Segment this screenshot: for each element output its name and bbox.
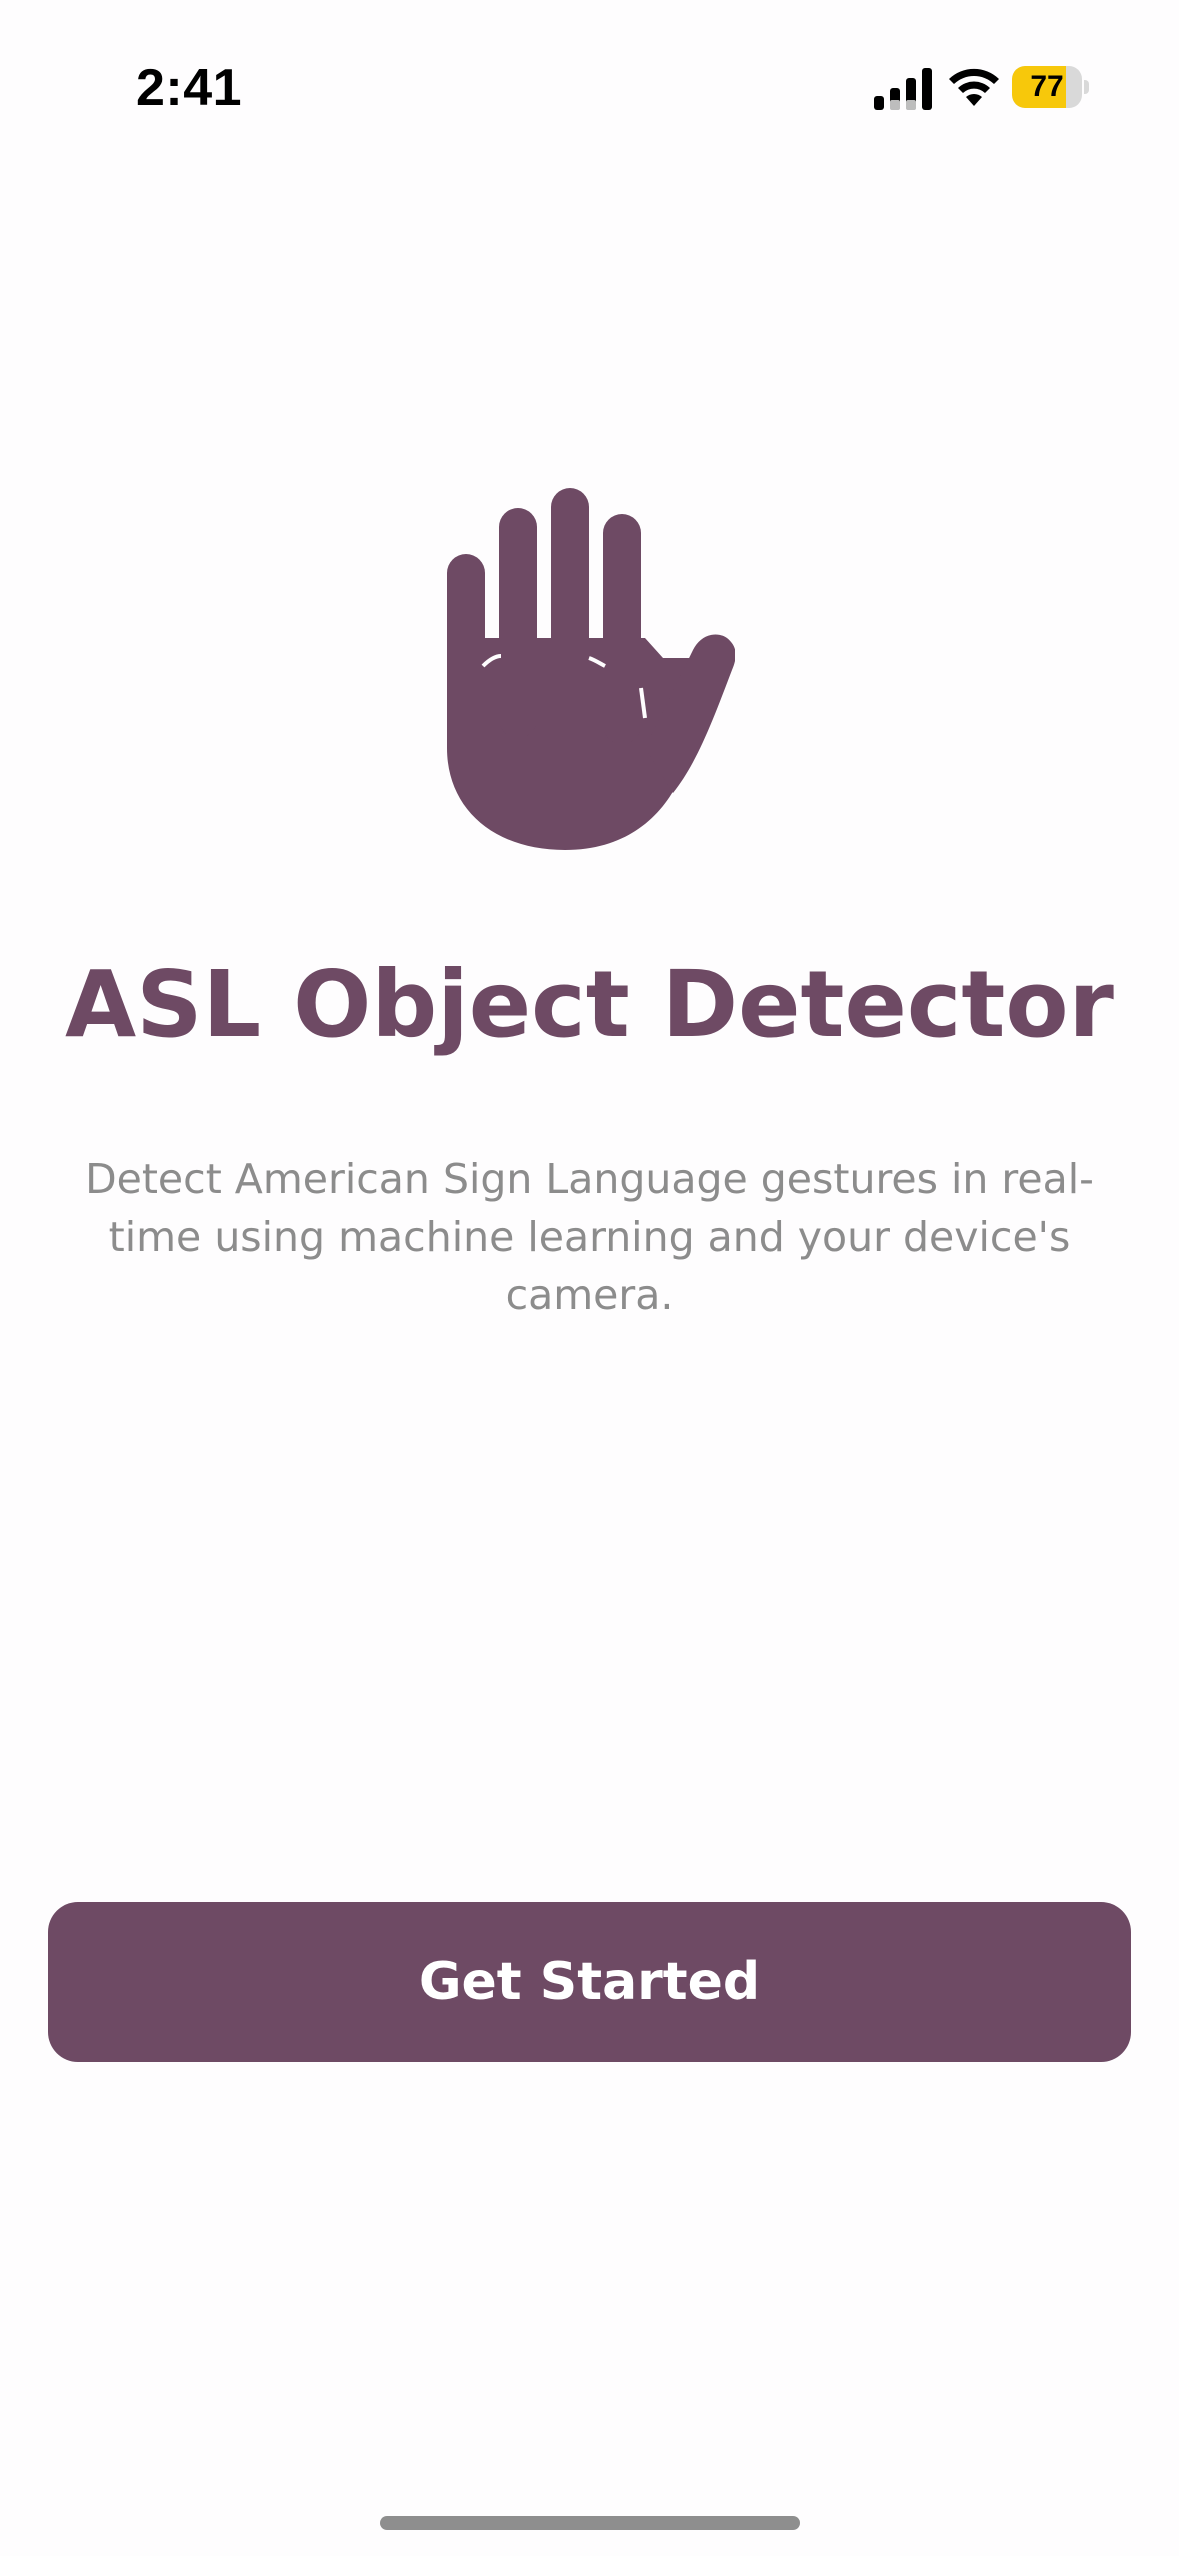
get-started-button[interactable]: Get Started: [48, 1902, 1131, 2062]
home-indicator[interactable]: [380, 2516, 800, 2530]
raised-hand-icon: [447, 488, 735, 850]
wifi-icon: [949, 68, 999, 106]
status-bar: 2:41 77: [0, 0, 1179, 170]
app-title: ASL Object Detector: [65, 951, 1114, 1058]
battery-indicator: 77: [1012, 66, 1089, 108]
cellular-signal-icon: [874, 68, 932, 110]
app-description: Detect American Sign Language gestures i…: [85, 1155, 1094, 1319]
battery-level: 77: [1030, 70, 1064, 103]
battery-body: 77: [1012, 66, 1082, 108]
status-time: 2:41: [136, 59, 243, 117]
battery-cap: [1084, 80, 1089, 94]
